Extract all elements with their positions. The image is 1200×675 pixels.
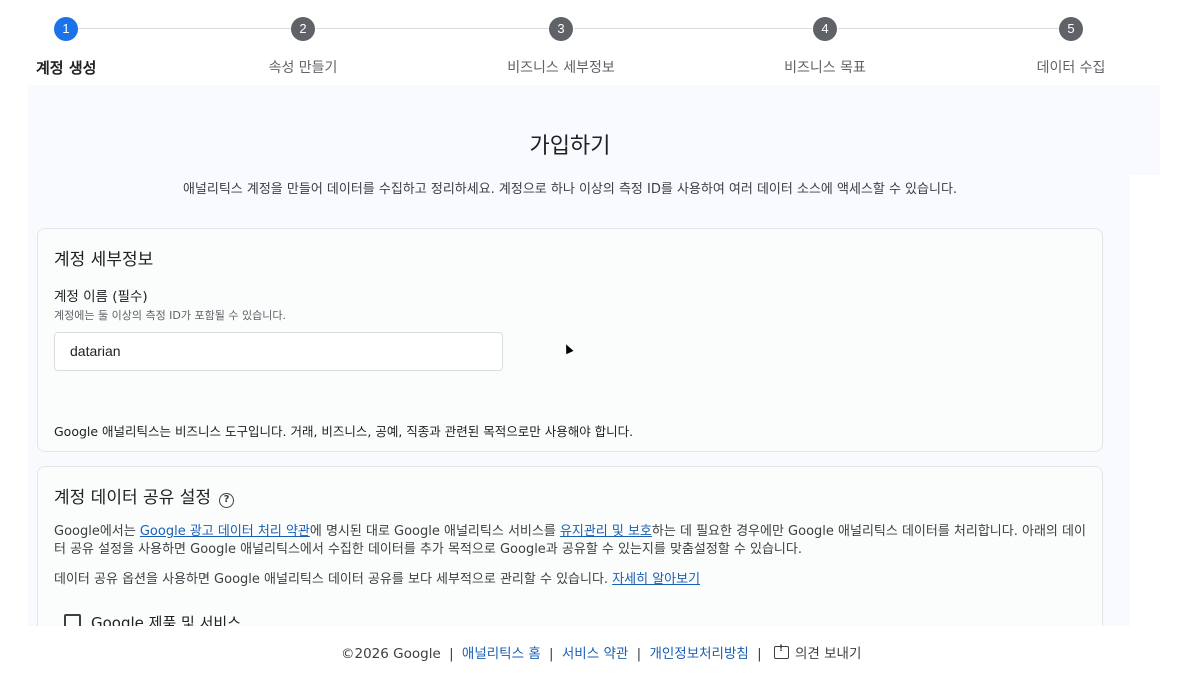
footer-separator: | bbox=[449, 646, 454, 662]
step-3-label: 비즈니스 세부정보 bbox=[507, 60, 615, 76]
copyright: ©2026 Google bbox=[341, 646, 441, 662]
step-4-indicator: 4 bbox=[813, 17, 837, 41]
account-details-card: 계정 세부정보 계정 이름 (필수) 계정에는 둘 이상의 측정 ID가 포함될… bbox=[37, 228, 1103, 452]
data-sharing-title: 계정 데이터 공유 설정? bbox=[54, 483, 234, 508]
privacy-policy-link[interactable]: 개인정보처리방침 bbox=[649, 646, 748, 662]
send-feedback-label: 의견 보내기 bbox=[794, 646, 862, 662]
para1-text-a: Google에서는 bbox=[54, 524, 140, 539]
page-title: 가입하기 bbox=[529, 134, 611, 159]
step-connector bbox=[78, 28, 291, 29]
step-3-indicator: 3 bbox=[549, 17, 573, 41]
page-subtitle: 애널리틱스 계정을 만들어 데이터를 수집하고 정리하세요. 계정으로 하나 이… bbox=[182, 182, 958, 197]
maintain-protect-link[interactable]: 유지관리 및 보호 bbox=[560, 524, 652, 539]
business-tool-notice: Google 애널리틱스는 비즈니스 도구입니다. 거래, 비즈니스, 공예, … bbox=[54, 424, 634, 439]
account-details-title: 계정 세부정보 bbox=[54, 250, 154, 270]
footer-separator: | bbox=[757, 646, 762, 662]
footer-links: ©2026 Google | 애널리틱스 홈 | 서비스 약관 | 개인정보처리… bbox=[341, 642, 861, 662]
step-2-label: 속성 만들기 bbox=[268, 60, 338, 76]
footer-separator: | bbox=[549, 646, 554, 662]
step-connector bbox=[316, 28, 549, 29]
para2-text: 데이터 공유 옵션을 사용하면 Google 애널리틱스 데이터 공유를 보다 … bbox=[54, 572, 613, 587]
step-4-label: 비즈니스 목표 bbox=[784, 60, 866, 76]
footer-separator: | bbox=[636, 646, 642, 662]
footer: ©2026 Google | 애널리틱스 홈 | 서비스 약관 | 개인정보처리… bbox=[0, 626, 1200, 675]
step-2-indicator: 2 bbox=[291, 17, 315, 41]
data-sharing-card: 계정 데이터 공유 설정? Google에서는 Google 광고 데이터 처리… bbox=[37, 466, 1103, 641]
step-5-label: 데이터 수집 bbox=[1036, 60, 1106, 76]
help-circle-icon[interactable]: ? bbox=[218, 493, 234, 508]
setup-stepper: 1 2 3 4 5 계정 생성 속성 만들기 비즈니스 세부정보 비즈니스 목표… bbox=[0, 0, 1200, 85]
account-name-help: 계정에는 둘 이상의 측정 ID가 포함될 수 있습니다. bbox=[54, 309, 286, 322]
terms-of-service-link[interactable]: 서비스 약관 bbox=[562, 646, 628, 662]
para1-text-b: 에 명시된 대로 Google 애널리틱스 서비스를 bbox=[309, 524, 560, 539]
step-1-indicator: 1 bbox=[54, 17, 78, 41]
account-name-input[interactable]: datarian bbox=[54, 332, 503, 371]
data-processing-description: Google에서는 Google 광고 데이터 처리 약관에 명시된 대로 Go… bbox=[54, 523, 1094, 559]
step-5-indicator: 5 bbox=[1059, 17, 1083, 41]
feedback-icon bbox=[773, 644, 789, 659]
learn-more-link[interactable]: 자세히 알아보기 bbox=[612, 572, 700, 587]
send-feedback-button[interactable]: 의견 보내기 bbox=[770, 644, 862, 662]
step-connector bbox=[838, 28, 1059, 29]
step-connector bbox=[574, 28, 812, 29]
step-1-label: 계정 생성 bbox=[36, 59, 97, 77]
ads-data-terms-link[interactable]: Google 광고 데이터 처리 약관 bbox=[140, 524, 310, 539]
data-sharing-options-description: 데이터 공유 옵션을 사용하면 Google 애널리틱스 데이터 공유를 보다 … bbox=[54, 571, 1094, 589]
data-sharing-title-text: 계정 데이터 공유 설정 bbox=[54, 488, 211, 508]
account-name-label: 계정 이름 (필수) bbox=[54, 289, 148, 305]
analytics-home-link[interactable]: 애널리틱스 홈 bbox=[462, 646, 541, 662]
